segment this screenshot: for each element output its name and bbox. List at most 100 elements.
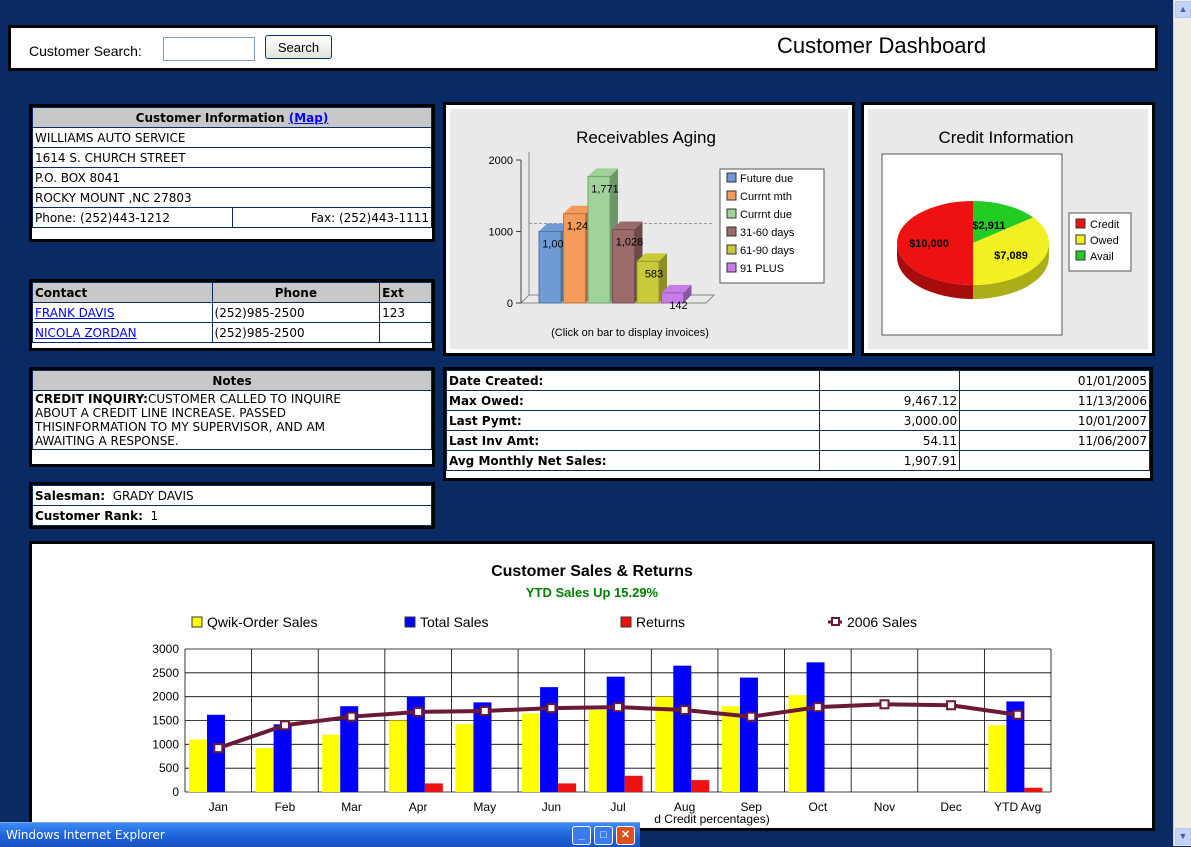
salesman-table: Salesman: GRADY DAVIS Customer Rank: 1: [32, 485, 432, 526]
customer-city: ROCKY MOUNT ,NC 27803: [32, 187, 432, 208]
ext-column-header: Ext: [379, 282, 432, 303]
customer-phone: Phone: (252)443-1212: [32, 207, 233, 228]
table-row: Max Owed: 9,467.12 11/13/2006: [446, 390, 1150, 411]
y-tick-label: 1000: [152, 737, 179, 751]
x-tick-label: Apr: [409, 800, 428, 814]
contact-name-link[interactable]: FRANK DAVIS: [32, 302, 213, 323]
window-title: Windows Internet Explorer: [6, 828, 165, 842]
notes-label: CREDIT INQUIRY:: [35, 392, 148, 406]
y-tick-label: 1500: [152, 714, 179, 728]
scroll-down-arrow-icon[interactable]: ▼: [1175, 828, 1191, 845]
customer-name: WILLIAMS AUTO SERVICE: [32, 127, 432, 148]
line-marker: [613, 702, 623, 713]
contact-column-header: Contact: [32, 282, 213, 303]
legend-label: Currnt mth: [740, 191, 792, 203]
table-row: Avg Monthly Net Sales: 1,907.91: [446, 450, 1150, 471]
account-stats-table: Date Created: 01/01/2005 Max Owed: 9,467…: [446, 370, 1150, 471]
maximize-icon[interactable]: □: [594, 826, 613, 845]
x-tick-label: YTD Avg: [994, 800, 1041, 814]
minimized-window-bar[interactable]: Windows Internet Explorer _ □ ✕: [0, 822, 640, 847]
contacts-table: Contact Phone Ext FRANK DAVIS (252)985-2…: [32, 282, 432, 343]
credit-information-panel: Credit Information $2,911 $7,089 $10,000 Cre…: [861, 102, 1155, 356]
legend-swatch: [404, 616, 416, 628]
legend-swatch: [726, 244, 737, 255]
customer-info-header: Customer Information (Map): [32, 107, 432, 128]
x-tick-label: Feb: [275, 800, 296, 814]
salesman-row: Salesman: GRADY DAVIS: [32, 485, 432, 506]
legend-label: 31-60 days: [740, 227, 795, 239]
bar-value-label: 583: [645, 268, 663, 280]
chart-title: Credit Information: [938, 128, 1073, 147]
rank-row: Customer Rank: 1: [32, 505, 432, 526]
pie-value-label: $10,000: [909, 238, 949, 250]
line-marker: [812, 702, 823, 713]
legend-swatch: [726, 208, 737, 219]
map-link[interactable]: (Map): [289, 111, 329, 125]
legend-label: Future due: [740, 173, 793, 185]
legend-label: 91 PLUS: [740, 263, 784, 275]
bar: [673, 665, 692, 792]
contact-ext: 123: [379, 302, 432, 323]
line-marker: [879, 699, 890, 710]
chart-title: Receivables Aging: [576, 128, 716, 147]
bar: [540, 687, 559, 792]
header-bar: Customer Search: Search Customer Dashboa…: [8, 25, 1158, 71]
close-icon[interactable]: ✕: [616, 826, 635, 845]
pie-value-label: $7,089: [994, 250, 1028, 262]
page-title: Customer Dashboard: [777, 33, 987, 58]
legend-swatch: [620, 616, 632, 628]
search-button[interactable]: Search: [265, 35, 332, 59]
stat-date: 01/01/2005: [959, 370, 1150, 391]
bar: [189, 739, 207, 792]
bar: [988, 725, 1007, 792]
notes-header: Notes: [32, 370, 432, 391]
legend-swatch: [1075, 234, 1086, 245]
rank-label: Customer Rank:: [35, 508, 143, 523]
table-row: Last Pymt: 3,000.00 10/01/2007: [446, 410, 1150, 431]
bar: [691, 780, 710, 792]
bar: [273, 724, 292, 792]
stat-value: 9,467.12: [818, 390, 961, 411]
y-tick-label: 0: [507, 298, 513, 310]
stat-label: Max Owed:: [446, 390, 820, 411]
stat-label: Last Inv Amt:: [446, 430, 820, 451]
scroll-up-arrow-icon[interactable]: ▲: [1175, 1, 1191, 18]
contact-ext: [379, 322, 432, 343]
search-label: Customer Search:: [29, 43, 142, 59]
salesman-name: GRADY DAVIS: [112, 488, 194, 503]
y-tick-label: 2500: [152, 666, 179, 680]
vertical-scrollbar[interactable]: ▲ ▼: [1173, 0, 1191, 846]
chart-caption: (Click on bar to display invoices): [551, 327, 709, 339]
notes-line: THISINFORMATION TO MY SUPERVISOR, AND AM: [35, 420, 326, 434]
legend-label: 2006 Sales: [847, 614, 917, 630]
notes-line: ABOUT A CREDIT LINE INCREASE. PASSED: [35, 406, 287, 420]
stat-label: Last Pymt:: [446, 410, 820, 431]
x-tick-label: Nov: [874, 800, 895, 814]
stat-date: 11/13/2006: [959, 390, 1150, 411]
pie-value-label: $2,911: [972, 220, 1005, 232]
receivables-aging-chart[interactable]: Receivables Aging0100020001,0001,2491,77…: [446, 105, 852, 353]
legend-label: Total Sales: [420, 614, 488, 630]
line-marker: [213, 743, 224, 754]
salesman-panel: Salesman: GRADY DAVIS Customer Rank: 1: [29, 482, 435, 529]
notes-line: AWAITING A RESPONSE.: [35, 434, 179, 448]
customer-info-title: Customer Information: [135, 110, 285, 125]
x-tick-label: Jun: [542, 800, 561, 814]
legend-swatch: [726, 172, 737, 183]
stat-label: Date Created:: [446, 370, 820, 391]
legend-label: 61-90 days: [740, 245, 795, 257]
bar: [606, 676, 625, 792]
search-input[interactable]: [163, 37, 255, 61]
minimize-icon[interactable]: _: [572, 826, 591, 845]
chart-title: Customer Sales & Returns: [491, 563, 693, 580]
bar: [207, 714, 225, 792]
y-tick-label: 3000: [152, 642, 179, 656]
notes-panel: Notes CREDIT INQUIRY:CUSTOMER CALLED TO …: [29, 367, 435, 467]
line-marker: [346, 711, 357, 722]
x-tick-label: Dec: [940, 800, 961, 814]
line-marker: [279, 720, 290, 731]
bar: [721, 706, 740, 792]
contact-name-link[interactable]: NICOLA ZORDAN: [32, 322, 213, 343]
table-row: FRANK DAVIS (252)985-2500 123: [32, 302, 432, 323]
bar: [806, 662, 825, 792]
